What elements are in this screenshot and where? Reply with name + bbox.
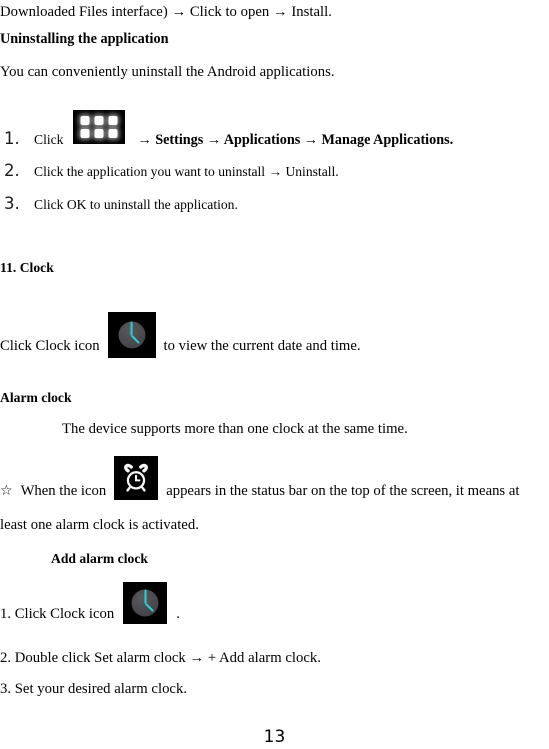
add-alarm-step-1: 1. Click Clock icon .	[0, 582, 180, 624]
apps-grid-dot	[94, 116, 104, 125]
paragraph-alarm-intro: The device supports more than one clock …	[62, 421, 408, 437]
heading-alarm-clock: Alarm clock	[0, 390, 72, 405]
alarm-note-prefix: When the icon	[20, 482, 107, 499]
heading-uninstalling-the-application: Uninstalling the application	[0, 31, 169, 47]
uninstall-step-3-number: 3.	[4, 194, 20, 213]
uninstall-step-1-number: 1.	[4, 129, 20, 148]
apps-grid-icon[interactable]	[73, 110, 126, 144]
alarm-clock-icon[interactable]	[114, 456, 159, 500]
clock-hour-hand	[144, 602, 154, 612]
clock-instruction-suffix: to view the current date and time.	[163, 338, 361, 354]
add-alarm-step-3: 3. Set your desired alarm clock.	[0, 681, 188, 697]
clock-hour-hand	[130, 334, 141, 344]
apps-grid-dots	[80, 116, 118, 138]
uninstall-step-3-label: Click OK to uninstall the application.	[34, 197, 238, 212]
paragraph-continued-install: Downloaded Files interface) → Click to o…	[0, 4, 332, 20]
clock-instruction-prefix: Click Clock icon	[0, 338, 100, 354]
clock-icon-instruction: Click Clock icon to view the current dat…	[0, 312, 361, 358]
add-alarm-step-1-period: .	[176, 606, 180, 622]
alarm-clock-glyph	[124, 463, 149, 492]
clock-dial	[118, 321, 146, 349]
clock-icon[interactable]	[123, 582, 168, 624]
clock-minute-hand	[130, 321, 133, 335]
star-bullet-icon: ☆	[0, 483, 13, 499]
apps-grid-dot	[80, 129, 90, 138]
apps-grid-dot	[94, 129, 104, 138]
uninstall-step-2-number: 2.	[4, 161, 20, 180]
heading-add-alarm-clock: Add alarm clock	[51, 551, 148, 566]
uninstall-step-1-path: → Settings → Applications → Manage Appli…	[137, 132, 454, 148]
alarm-status-note: ☆ When the icon appears in the status ba…	[0, 456, 519, 500]
document-page: Downloaded Files interface) → Click to o…	[0, 0, 549, 749]
alarm-note-suffix: appears in the status bar on the top of …	[166, 482, 520, 499]
uninstall-step-1-label: Click	[34, 132, 64, 147]
uninstall-step-2-label: Click the application you want to uninst…	[34, 164, 339, 179]
uninstall-step-1: 1. Click → Settings → Applications → Man…	[4, 110, 453, 148]
add-alarm-step-2: 2. Double click Set alarm clock → + Add …	[0, 650, 321, 666]
uninstall-step-3: 3. Click OK to uninstall the application…	[4, 194, 238, 213]
uninstall-step-2: 2. Click the application you want to uni…	[4, 161, 339, 180]
heading-clock: 11. Clock	[0, 260, 54, 275]
apps-grid-dot	[108, 116, 118, 125]
page-number: 13	[263, 727, 286, 747]
alarm-note-wrapped-line: least one alarm clock is activated.	[0, 517, 199, 533]
add-alarm-step-1-label: 1. Click Clock icon	[0, 606, 115, 622]
clock-minute-hand	[144, 589, 147, 603]
clock-icon[interactable]	[107, 312, 156, 358]
paragraph-uninstall-intro: You can conveniently uninstall the Andro…	[0, 64, 335, 80]
apps-grid-dot	[80, 116, 90, 125]
apps-grid-dot	[108, 129, 118, 138]
clock-dial	[131, 589, 159, 617]
